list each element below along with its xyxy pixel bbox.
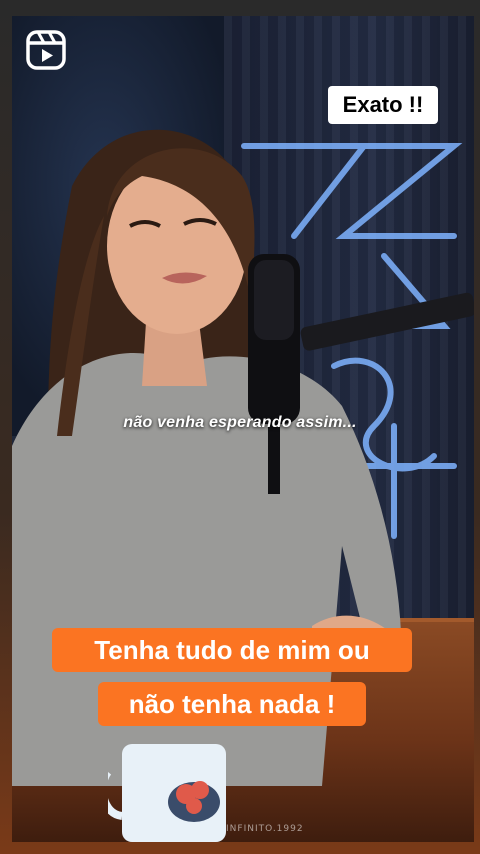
reels-icon[interactable] xyxy=(26,30,66,70)
video-subtitle: não venha esperando assim... xyxy=(123,414,357,431)
watermark: INFINITO.1992 xyxy=(226,824,304,834)
sticker-label: Exato !! xyxy=(328,86,438,124)
caption-line-1: Tenha tudo de mim ou xyxy=(52,628,412,672)
microphone xyxy=(248,254,300,494)
caption-line-2: não tenha nada ! xyxy=(98,682,366,726)
coffee-mug xyxy=(108,744,226,842)
